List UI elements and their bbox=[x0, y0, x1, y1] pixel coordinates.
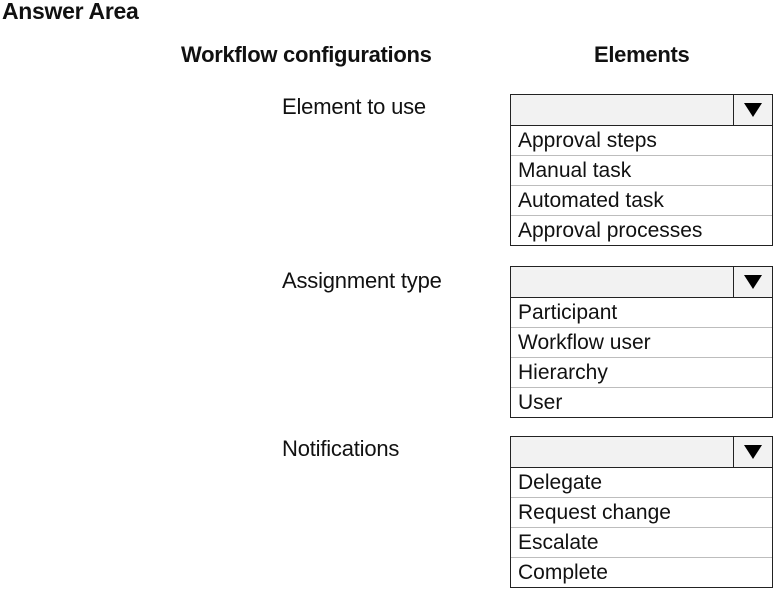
dropdown-options-list: Approval steps Manual task Automated tas… bbox=[510, 126, 773, 246]
triangle-down-icon bbox=[744, 445, 762, 459]
elements-header: Elements bbox=[594, 42, 690, 67]
element-to-use-label: Element to use bbox=[282, 94, 426, 119]
dropdown-selected-value bbox=[511, 95, 732, 125]
dropdown-header[interactable] bbox=[510, 94, 773, 126]
dropdown-header[interactable] bbox=[510, 266, 773, 298]
dropdown-option[interactable]: Manual task bbox=[511, 155, 772, 185]
dropdown-header[interactable] bbox=[510, 436, 773, 468]
dropdown-option[interactable]: Approval processes bbox=[511, 215, 772, 245]
dropdown-options-list: Delegate Request change Escalate Complet… bbox=[510, 468, 773, 588]
workflow-configurations-header: Workflow configurations bbox=[181, 42, 432, 67]
dropdown-option[interactable]: Participant bbox=[511, 298, 772, 327]
assignment-type-label: Assignment type bbox=[282, 268, 442, 293]
dropdown-option[interactable]: Escalate bbox=[511, 527, 772, 557]
triangle-down-icon bbox=[744, 103, 762, 117]
dropdown-arrow-button[interactable] bbox=[733, 95, 772, 125]
dropdown-arrow-button[interactable] bbox=[733, 437, 772, 467]
triangle-down-icon bbox=[744, 275, 762, 289]
notifications-label: Notifications bbox=[282, 436, 400, 461]
dropdown-option[interactable]: Hierarchy bbox=[511, 357, 772, 387]
dropdown-option[interactable]: Complete bbox=[511, 557, 772, 587]
dropdown-selected-value bbox=[511, 267, 732, 297]
dropdown-arrow-button[interactable] bbox=[733, 267, 772, 297]
dropdown-option[interactable]: Workflow user bbox=[511, 327, 772, 357]
answer-area-title: Answer Area bbox=[2, 0, 139, 24]
dropdown-option[interactable]: Request change bbox=[511, 497, 772, 527]
element-to-use-dropdown[interactable]: Approval steps Manual task Automated tas… bbox=[510, 94, 773, 246]
notifications-dropdown[interactable]: Delegate Request change Escalate Complet… bbox=[510, 436, 773, 588]
dropdown-option[interactable]: Approval steps bbox=[511, 126, 772, 155]
assignment-type-dropdown[interactable]: Participant Workflow user Hierarchy User bbox=[510, 266, 773, 418]
dropdown-option[interactable]: Delegate bbox=[511, 468, 772, 497]
dropdown-option[interactable]: User bbox=[511, 387, 772, 417]
dropdown-option[interactable]: Automated task bbox=[511, 185, 772, 215]
dropdown-options-list: Participant Workflow user Hierarchy User bbox=[510, 298, 773, 418]
dropdown-selected-value bbox=[511, 437, 732, 467]
